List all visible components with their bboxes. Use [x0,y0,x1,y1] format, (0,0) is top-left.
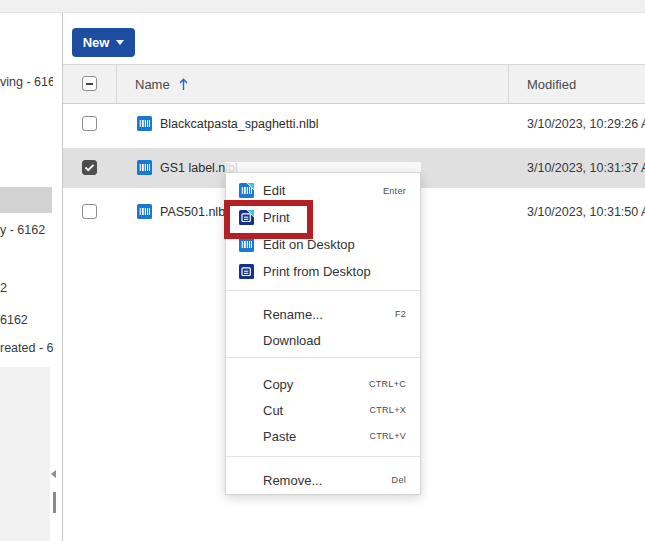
menu-separator [226,357,420,358]
annotation-highlight-box [224,200,313,239]
sidebar-item[interactable]: 6162 [0,313,53,328]
sidebar-item[interactable]: y - 6162 [0,223,53,238]
column-header-modified[interactable]: Modified [527,65,576,103]
sidebar-item[interactable]: 2 [0,281,53,296]
column-header-name[interactable]: Name [135,65,188,103]
new-button[interactable]: New [72,28,135,57]
label-barcode-icon [137,204,152,223]
menu-item-cut[interactable]: Cut CTRL+X [226,397,420,423]
table-row[interactable]: Blackcatpasta_spaghetti.nlbl 3/10/2023, … [63,104,645,144]
menu-separator [226,456,420,457]
menu-item-rename[interactable]: Rename... F2 [226,301,420,327]
column-divider [508,65,509,103]
menu-item-download[interactable]: Download [226,327,420,353]
sidebar-item[interactable]: ving - 616 [0,75,53,90]
file-modified: 3/10/2023, 10:31:50 AM [527,192,645,232]
sidebar-item[interactable]: reated - 6 [0,341,53,356]
indeterminate-mark [86,83,93,85]
row-checkbox[interactable] [82,160,97,175]
scrollbar-thumb[interactable] [53,492,56,513]
table-header: Name Modified [63,65,645,104]
menu-item-remove[interactable]: Remove... Del [226,467,420,493]
label-barcode-icon [137,160,152,179]
menu-item-print-from-desktop[interactable]: Print from Desktop [226,258,420,285]
chevron-down-icon [116,40,124,45]
label-barcode-icon [239,237,254,256]
label-barcode-icon [137,116,152,135]
file-modified: 3/10/2023, 10:31:37 AM [527,148,645,188]
new-button-label: New [83,35,110,50]
row-checkbox[interactable] [82,204,97,219]
sidebar-item-selected[interactable] [0,187,52,213]
context-menu-halo [225,162,421,172]
select-all-checkbox[interactable] [82,76,97,91]
file-name: PAS501.nlbl [160,192,228,232]
sidebar-lower-area [0,367,50,541]
print-icon [239,264,254,283]
menu-separator [226,290,420,291]
menu-item-copy[interactable]: Copy CTRL+C [226,371,420,397]
file-modified: 3/10/2023, 10:29:26 AM [527,104,645,144]
column-divider [116,65,117,103]
sort-ascending-icon [179,78,188,91]
row-checkbox[interactable] [82,116,97,131]
scrollbar-arrow-icon[interactable] [51,470,56,478]
top-strip [0,0,645,13]
file-name: Blackcatpasta_spaghetti.nlbl [160,104,318,144]
menu-item-paste[interactable]: Paste CTRL+V [226,423,420,449]
sidebar: ving - 616 y - 6162 2 6162 reated - 6 [0,13,63,541]
